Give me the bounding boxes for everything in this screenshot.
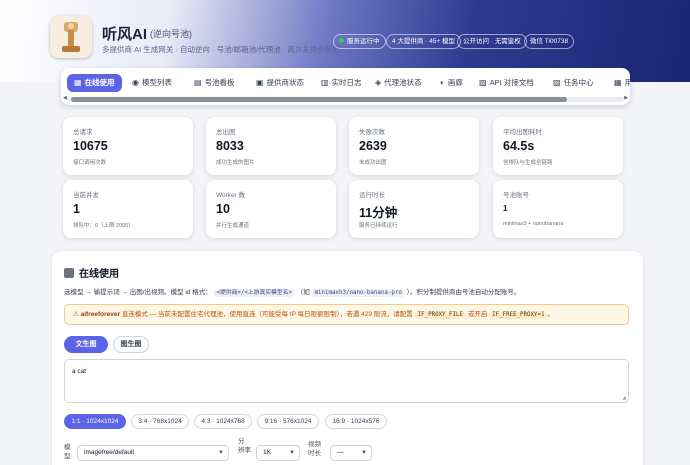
usage-intro: 选模型 → 输提示词 → 出图/出视频。模型 id 格式： <提供商>/<上游真… bbox=[64, 289, 521, 297]
board-icon: ▤ bbox=[194, 78, 202, 87]
ratio-3-4-button[interactable]: 3:4 · 768x1024 bbox=[131, 414, 189, 429]
more-icon: ▦ bbox=[614, 78, 622, 87]
scroll-right-icon[interactable]: ▶ bbox=[624, 95, 628, 101]
tab-more[interactable]: ▦ 用 bbox=[614, 74, 630, 92]
scroll-left-icon[interactable]: ◀ bbox=[63, 95, 67, 101]
tab-gallery[interactable]: ◐ 画廊 bbox=[440, 74, 463, 92]
tabs-scrollbar[interactable]: ◀ ▶ bbox=[63, 95, 628, 102]
stat-card-workers: Worker 数 10 并行生成通道 bbox=[206, 180, 336, 238]
status-pill-running: 服务运行中 bbox=[333, 34, 386, 49]
resolution-select[interactable]: 1K ▼ bbox=[256, 445, 300, 461]
app-logo bbox=[50, 16, 92, 58]
stat-card-accounts: 号池账号 1 minimax3 + nanobanana bbox=[493, 180, 623, 238]
status-pill-public: 公开访问 · 无需鉴权 bbox=[457, 34, 527, 49]
stat-card-avg-time: 平均出图耗时 64.5s 含排队与生成全链路 bbox=[493, 117, 623, 175]
tab-proxy-status[interactable]: ◈ 代理池状态 bbox=[375, 74, 422, 92]
proxy-icon: ◈ bbox=[375, 78, 382, 87]
log-icon: ▥ bbox=[321, 78, 329, 87]
task-icon: ▨ bbox=[553, 78, 561, 87]
stat-card-total-images: 总出图 8033 成功生成的图片 bbox=[206, 117, 336, 175]
chevron-down-icon: ▼ bbox=[361, 450, 367, 456]
model-select[interactable]: imagefree/default ▼ bbox=[77, 445, 229, 461]
chevron-down-icon: ▼ bbox=[289, 450, 295, 456]
tab-api-docs[interactable]: ▧ API 对接文档 bbox=[479, 74, 534, 92]
stat-card-uptime: 运行时长 11分钟 服务已持续运行 bbox=[349, 180, 479, 238]
app-badge: (逆向号池) bbox=[150, 29, 192, 39]
ratio-16-9-button[interactable]: 16:9 · 1024x576 bbox=[325, 414, 387, 429]
stat-card-total-requests: 总请求 10675 接口调用次数 bbox=[63, 117, 193, 175]
model-icon: ◉ bbox=[132, 78, 139, 87]
status-pill-providers: 4 大提供商 · 45+ 模型 bbox=[386, 34, 462, 49]
main-tabs: ▦ 在线使用 ◉ 模型列表 ▤ 号池看板 ▣ 提供商状态 ▥ 实时日志 ◈ 代理池状态 ◐ 画… bbox=[61, 68, 630, 105]
image-to-image-button[interactable]: 图生图 bbox=[113, 336, 149, 353]
resolution-label: 分辨率 bbox=[238, 438, 251, 454]
video-duration-label: 视频 时长 bbox=[308, 441, 321, 457]
tab-pool-board[interactable]: ▤ 号池看板 bbox=[194, 74, 235, 92]
docs-icon: ▧ bbox=[479, 78, 487, 87]
server-icon: ▣ bbox=[256, 78, 264, 87]
status-dot-icon bbox=[339, 38, 344, 43]
ratio-9-16-button[interactable]: 9:16 · 576x1024 bbox=[257, 414, 319, 429]
stat-card-failures: 失败次数 2639 未成功出图 bbox=[349, 117, 479, 175]
prompt-input[interactable]: a cat ◢ bbox=[64, 359, 629, 403]
online-use-panel: 在线使用 选模型 → 输提示词 → 出图/出视频。模型 id 格式： <提供商>… bbox=[52, 251, 643, 465]
chevron-down-icon: ▼ bbox=[218, 450, 224, 456]
tab-task-center[interactable]: ▨ 任务中心 bbox=[553, 74, 594, 92]
tab-provider-status[interactable]: ▣ 提供商状态 bbox=[256, 74, 304, 92]
tabs-scroll-thumb[interactable] bbox=[71, 97, 567, 102]
stat-card-concurrency: 当前并发 1 排队中：0（上限 2000） bbox=[63, 180, 193, 238]
resize-handle-icon[interactable]: ◢ bbox=[622, 395, 626, 401]
ratio-4-3-button[interactable]: 4:3 · 1024x768 bbox=[194, 414, 252, 429]
tab-live-logs[interactable]: ▥ 实时日志 bbox=[321, 74, 362, 92]
text-to-image-button[interactable]: 文生图 bbox=[64, 336, 108, 353]
status-pill-wechat: 微信 Ti00738 bbox=[524, 34, 575, 49]
palette-icon: ◐ bbox=[440, 78, 445, 87]
proxy-warning: ⚠ aifreeforever 直连模式 — 当前未配置住宅代理池，使用直连（可… bbox=[64, 304, 629, 325]
model-label: 模型 bbox=[64, 444, 71, 460]
warning-icon: ⚠ bbox=[73, 311, 79, 318]
app-subtitle: 多提供商 AI 生成网关 · 自动逆向 · 号池/邮箱池/代理池 · 高并发异步… bbox=[102, 45, 340, 54]
app-title: 听风AI bbox=[102, 26, 148, 43]
video-duration-select[interactable]: — ▼ bbox=[330, 445, 372, 461]
ratio-1-1-button[interactable]: 1:1 · 1024x1024 bbox=[64, 414, 126, 429]
tab-online-use[interactable]: ▦ 在线使用 bbox=[67, 74, 122, 92]
image-icon bbox=[64, 268, 74, 278]
panel-title: 在线使用 bbox=[64, 265, 119, 280]
grid-icon: ▦ bbox=[74, 78, 82, 87]
tab-models[interactable]: ◉ 模型列表 bbox=[132, 74, 172, 92]
